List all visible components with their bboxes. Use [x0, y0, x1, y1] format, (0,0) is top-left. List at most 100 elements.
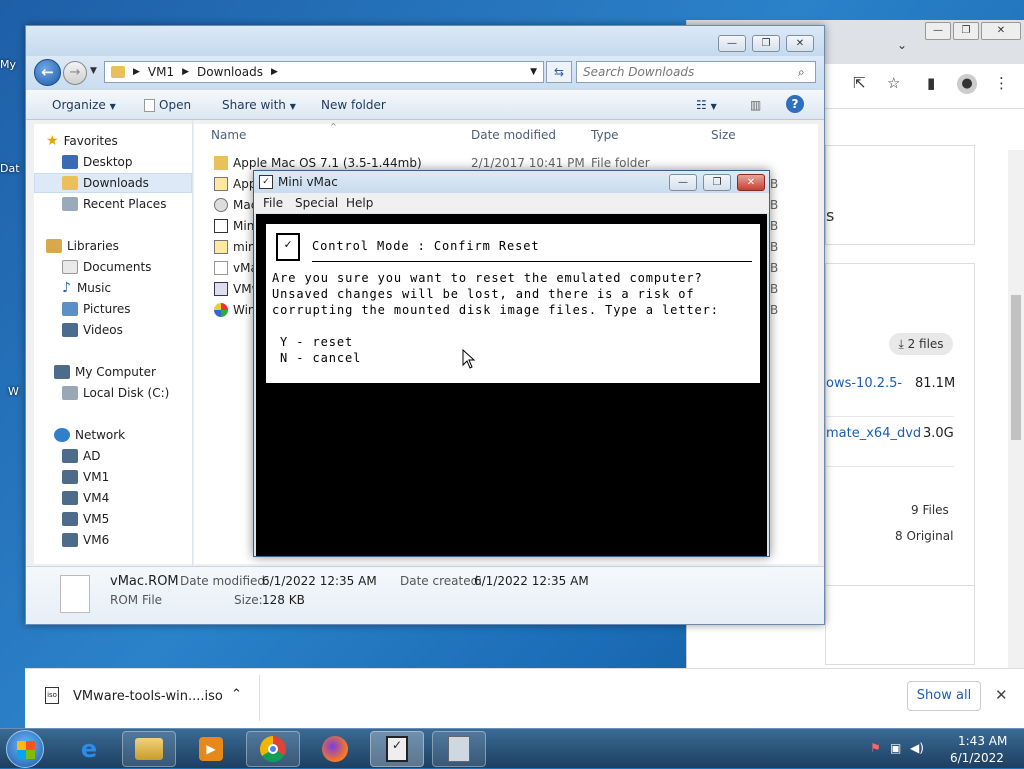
nav-network[interactable]: Network: [54, 425, 212, 445]
file-row[interactable]: min: [214, 237, 256, 257]
chrome-scrollbar[interactable]: [1008, 150, 1024, 680]
scrollbar-thumb[interactable]: [1011, 295, 1021, 440]
files-badge[interactable]: ⤓ 2 files: [889, 333, 953, 355]
breadcrumb-downloads[interactable]: Downloads: [197, 65, 263, 79]
breadcrumb-vm1[interactable]: VM1: [148, 65, 174, 79]
minivmac-close-button[interactable]: ✕: [737, 174, 765, 191]
share-icon[interactable]: ⇱: [853, 74, 866, 92]
sort-arrow-icon: ^: [330, 122, 337, 131]
minivmac-app-icon: ✓: [259, 175, 273, 189]
organize-button[interactable]: Organize ▼: [52, 98, 116, 112]
network-tray-icon[interactable]: ▣: [890, 741, 901, 755]
chrome-maximize-button[interactable]: ❐: [953, 22, 979, 40]
recent-places-icon: [62, 197, 78, 211]
forward-arrow-icon[interactable]: →: [63, 61, 87, 85]
search-icon[interactable]: ⌕: [798, 65, 805, 80]
file-row[interactable]: vMa: [214, 258, 258, 278]
address-input[interactable]: ▶ VM1 ▶ Downloads ▶ ▼: [104, 61, 544, 83]
nav-downloads[interactable]: Downloads: [34, 173, 192, 193]
bottom-card: [825, 585, 975, 665]
preview-pane-icon[interactable]: ▥: [750, 98, 761, 112]
chevron-down-icon[interactable]: ⌄: [897, 38, 907, 52]
computer-icon: [62, 449, 78, 463]
menu-help[interactable]: Help: [346, 196, 373, 210]
minivmac-minimize-button[interactable]: —: [669, 174, 697, 191]
column-header-name[interactable]: Name: [211, 128, 246, 142]
profile-avatar-icon[interactable]: ●: [957, 74, 977, 94]
file-row[interactable]: Mac: [214, 195, 257, 215]
detail-date-modified: 6/1/2022 12:35 AM: [262, 574, 377, 588]
explorer-titlebar[interactable]: — ❐ ✕: [26, 26, 824, 56]
taskbar-firefox[interactable]: [308, 731, 362, 767]
explorer-close-button[interactable]: ✕: [786, 35, 814, 52]
history-dropdown-icon[interactable]: ▼: [90, 66, 97, 76]
new-folder-button[interactable]: New folder: [321, 98, 386, 112]
file-row[interactable]: App: [214, 174, 256, 194]
nav-my-computer[interactable]: My Computer: [54, 362, 212, 382]
column-header-type[interactable]: Type: [591, 128, 619, 142]
download-file-name[interactable]: VMware-tools-win....iso: [73, 689, 223, 704]
menu-file[interactable]: File: [263, 196, 283, 210]
archive-icon: [214, 177, 228, 191]
download-item-name[interactable]: mate_x64_dvd: [826, 426, 921, 441]
chrome-close-button[interactable]: ✕: [981, 22, 1021, 40]
file-row[interactable]: Min: [214, 216, 254, 236]
explorer-minimize-button[interactable]: —: [718, 35, 746, 52]
close-icon[interactable]: ✕: [995, 686, 1008, 704]
windows-setup-icon: [214, 303, 228, 317]
taskbar-chrome[interactable]: [246, 731, 300, 767]
mouse-cursor-icon: [462, 349, 476, 369]
nav-favorites[interactable]: ★ Favorites: [46, 131, 204, 151]
column-header-date[interactable]: Date modified: [471, 128, 556, 142]
computer-icon: [62, 512, 78, 526]
volume-icon[interactable]: ◀): [910, 741, 924, 755]
star-icon: ★: [46, 133, 59, 149]
taskbar-media-player[interactable]: ▶: [184, 731, 238, 767]
star-icon[interactable]: ☆: [887, 74, 900, 92]
command-bar: Organize ▼ Open Share with ▼ New folder …: [26, 90, 824, 120]
chevron-up-icon[interactable]: ⌃: [231, 687, 242, 702]
taskbar-explorer[interactable]: [122, 731, 176, 767]
action-center-icon[interactable]: ⚑: [870, 741, 881, 755]
back-arrow-icon[interactable]: ←: [34, 59, 61, 86]
explorer-maximize-button[interactable]: ❐: [752, 35, 780, 52]
download-item-name[interactable]: ows-10.2.5-: [826, 376, 902, 391]
taskbar-calculator[interactable]: [432, 731, 486, 767]
chrome-minimize-button[interactable]: —: [925, 22, 951, 40]
refresh-icon[interactable]: ⇆: [546, 61, 572, 83]
downloads-folder-icon: [62, 176, 78, 190]
share-with-button[interactable]: Share with ▼: [222, 98, 296, 112]
minivmac-titlebar[interactable]: ✓ Mini vMac — ❐ ✕: [254, 171, 769, 193]
downloads-list-card: [825, 263, 975, 623]
clock-time[interactable]: 1:43 AM: [958, 734, 1007, 748]
start-button[interactable]: [6, 730, 44, 768]
search-input[interactable]: Search Downloads: [576, 61, 816, 83]
minivmac-menubar: File Special Help: [254, 193, 769, 213]
address-dropdown-icon[interactable]: ▼: [530, 67, 537, 77]
desktop-icon-label-my[interactable]: My: [0, 58, 22, 71]
disk-image-icon: [214, 198, 228, 212]
iso-icon: [214, 282, 228, 296]
taskbar-ie[interactable]: e: [62, 731, 116, 767]
clock-date[interactable]: 6/1/2022: [950, 751, 1004, 765]
side-panel-icon[interactable]: ▮: [927, 74, 935, 92]
show-all-button[interactable]: Show all: [907, 681, 981, 711]
computer-icon: [62, 470, 78, 484]
more-menu-icon[interactable]: ⋮: [994, 74, 1009, 92]
download-item-size: 3.0G: [923, 426, 954, 441]
menu-special[interactable]: Special: [295, 196, 338, 210]
file-row[interactable]: Win: [214, 300, 256, 320]
firefox-icon: [322, 736, 348, 762]
view-options-icon[interactable]: ☷ ▼: [696, 98, 717, 112]
desktop-icon-label-dat[interactable]: Dat: [0, 162, 22, 175]
taskbar-minivmac[interactable]: ✓: [370, 731, 424, 767]
breadcrumb-separator-icon: ▶: [182, 67, 190, 77]
detail-date-created-label: Date created:: [400, 574, 483, 588]
files-badge-label: 2 files: [907, 337, 944, 351]
emulator-screen[interactable]: ✓ Control Mode : Confirm Reset Are you s…: [256, 214, 767, 556]
minivmac-maximize-button[interactable]: ❐: [703, 174, 731, 191]
open-button[interactable]: Open: [144, 98, 191, 112]
help-icon[interactable]: ?: [786, 95, 804, 113]
nav-libraries[interactable]: Libraries: [46, 236, 204, 256]
column-header-size[interactable]: Size: [711, 128, 736, 142]
